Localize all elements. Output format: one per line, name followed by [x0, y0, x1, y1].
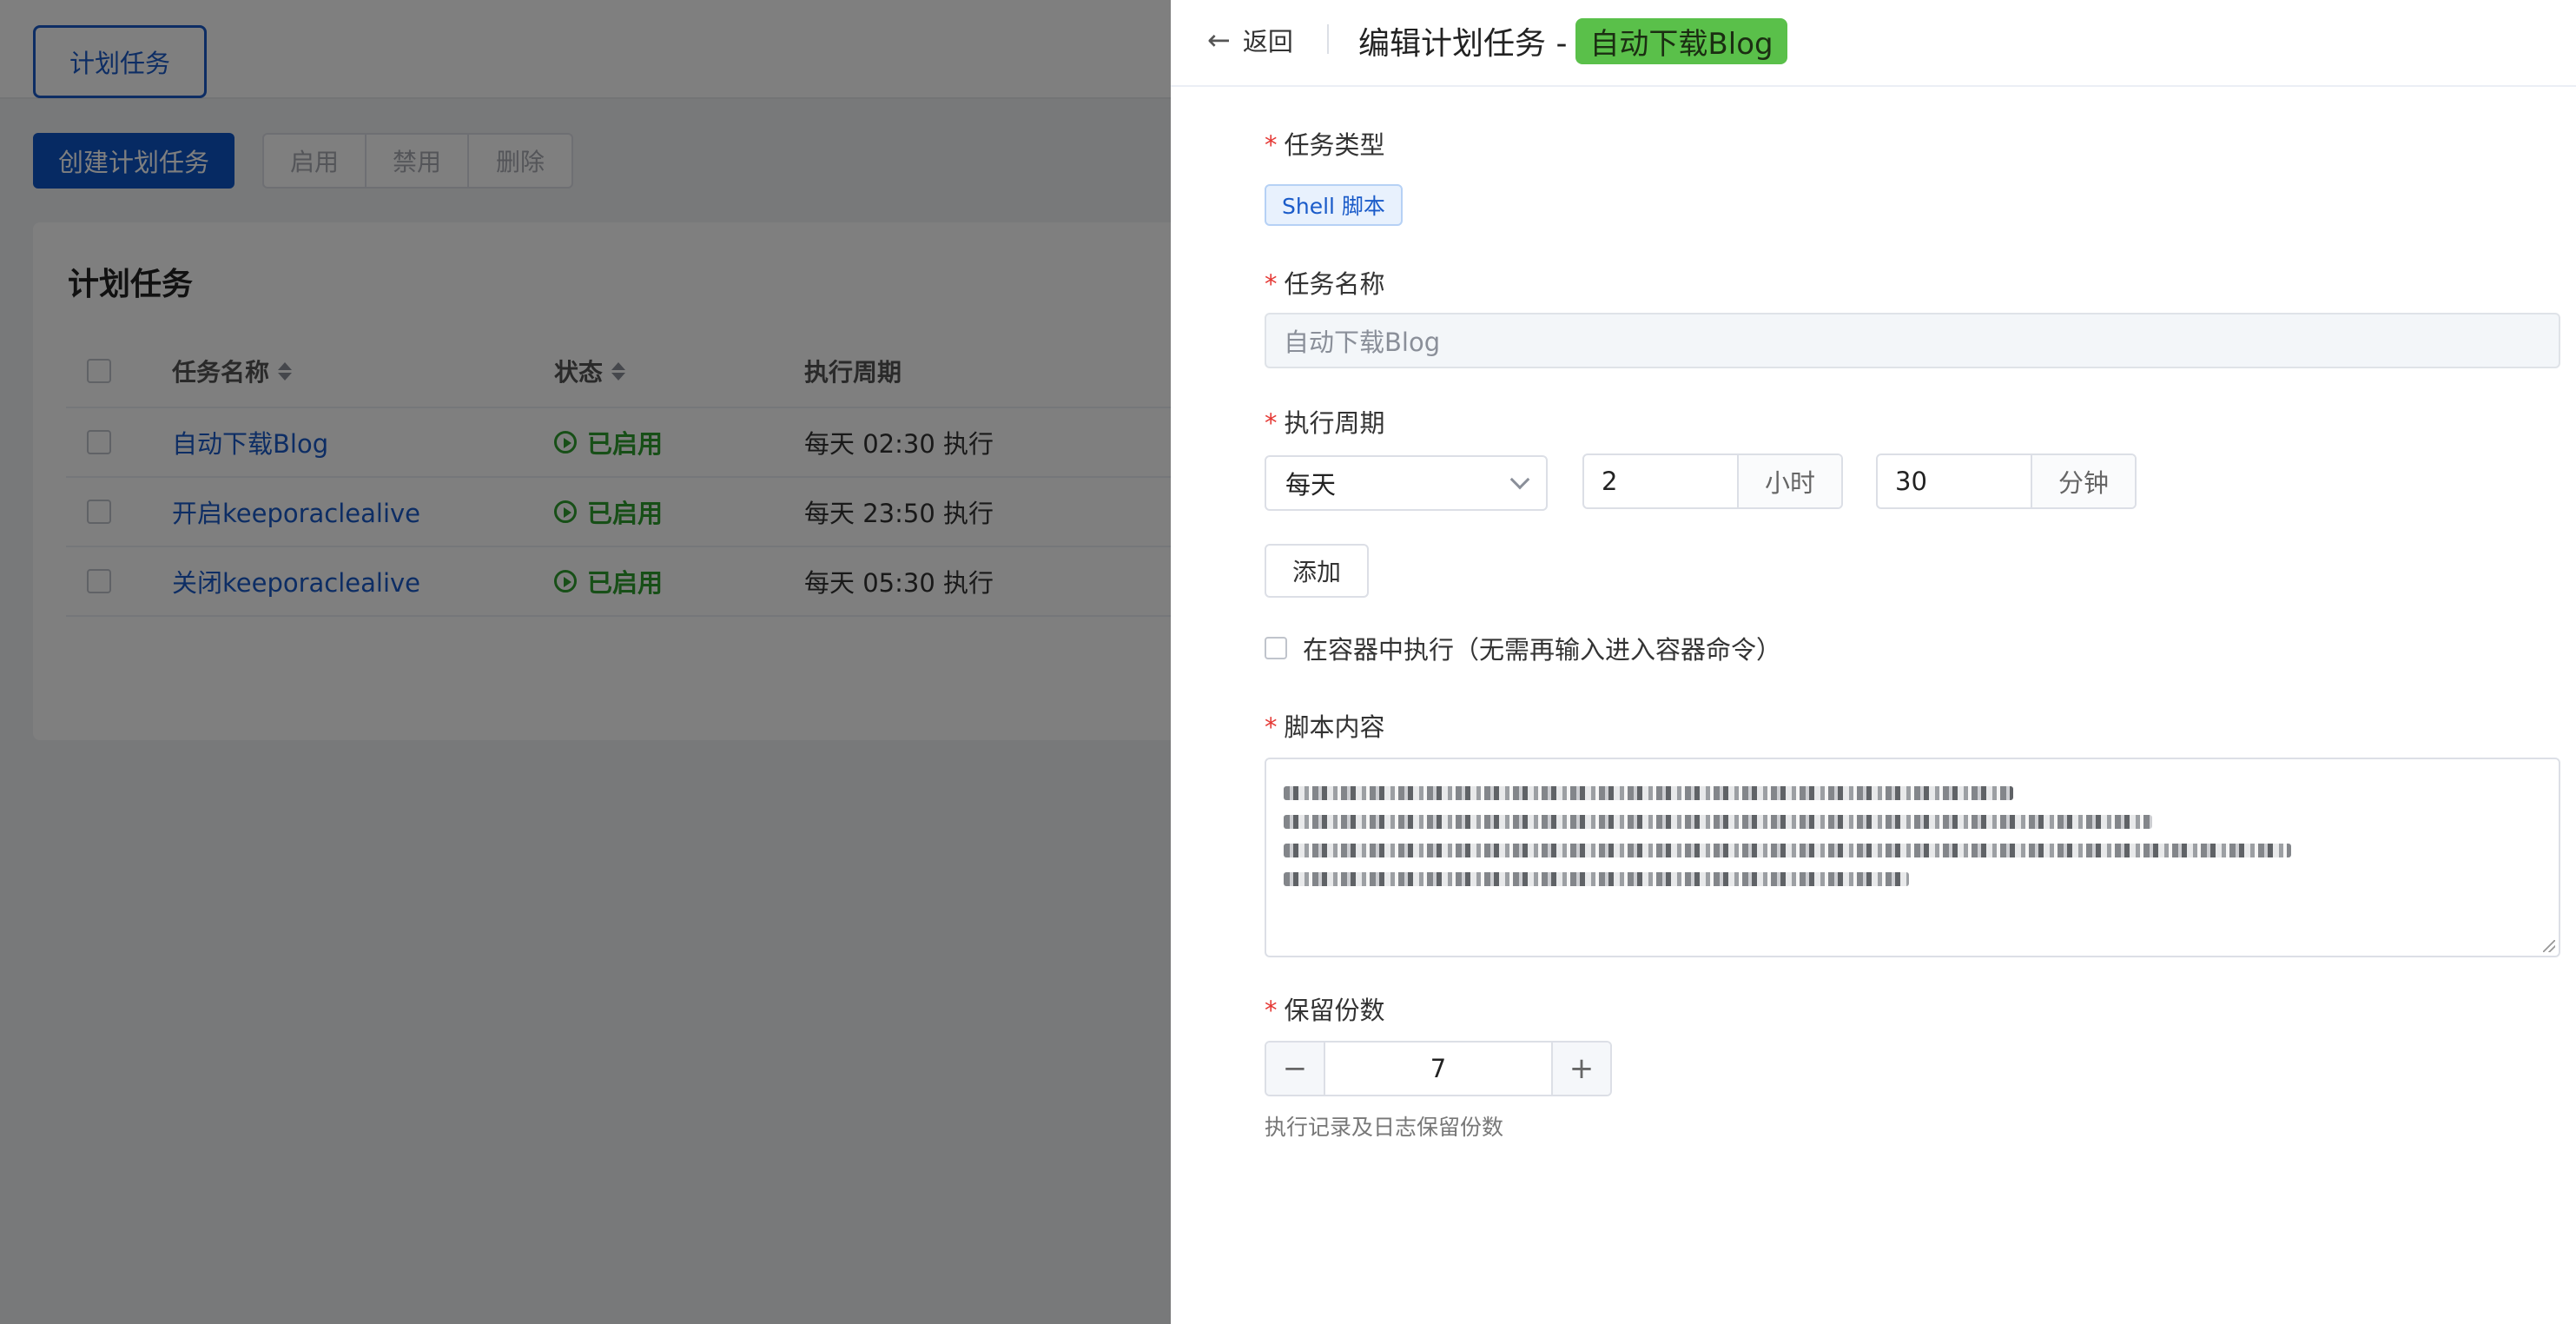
- retention-stepper: − 7 +: [1265, 1041, 1612, 1096]
- period-label: * 执行周期: [1265, 408, 1385, 438]
- frequency-select[interactable]: 每天: [1265, 455, 1548, 511]
- minute-input[interactable]: 30: [1878, 455, 2032, 507]
- hour-input[interactable]: 2: [1584, 455, 1739, 507]
- edit-task-drawer: ← 返回 编辑计划任务 - 自动下载Blog * 任务类型 Shell 脚本 * 任…: [1171, 0, 2576, 1324]
- script-label: * 脚本内容: [1265, 712, 1385, 742]
- in-container-checkbox[interactable]: [1265, 637, 1287, 659]
- resize-handle-icon[interactable]: [2543, 940, 2555, 952]
- increment-button[interactable]: +: [1553, 1043, 1610, 1095]
- chevron-down-icon: [1509, 469, 1530, 490]
- arrow-left-icon: ←: [1207, 23, 1231, 56]
- task-name-label: * 任务名称: [1265, 269, 1385, 299]
- retention-label: * 保留份数: [1265, 996, 1385, 1025]
- task-type-label: * 任务类型: [1265, 130, 1385, 160]
- retention-hint: 执行记录及日志保留份数: [1265, 1115, 1504, 1140]
- minute-input-group: 30 分钟: [1876, 453, 2137, 509]
- task-name-input[interactable]: 自动下载Blog: [1265, 313, 2560, 368]
- minute-unit: 分钟: [2032, 455, 2135, 507]
- back-button[interactable]: ← 返回: [1207, 19, 1293, 61]
- drawer-header: ← 返回 编辑计划任务 - 自动下载Blog: [1171, 0, 2576, 87]
- drawer-title: 编辑计划任务 - 自动下载Blog: [1358, 17, 1787, 64]
- task-type-tag: Shell 脚本: [1265, 184, 1403, 226]
- blurred-script-line: [1284, 815, 2152, 829]
- add-period-button[interactable]: 添加: [1265, 544, 1369, 598]
- retention-input[interactable]: 7: [1324, 1043, 1553, 1095]
- in-container-option[interactable]: 在容器中执行（无需再输入进入容器命令）: [1265, 631, 1781, 665]
- task-name-badge: 自动下载Blog: [1575, 17, 1787, 64]
- hour-input-group: 2 小时: [1582, 453, 1843, 509]
- decrement-button[interactable]: −: [1266, 1043, 1324, 1095]
- blurred-script-line: [1284, 786, 2013, 800]
- header-divider: [1327, 24, 1329, 54]
- blurred-script-line: [1284, 844, 2291, 857]
- script-textarea[interactable]: [1265, 758, 2560, 957]
- hour-unit: 小时: [1739, 455, 1841, 507]
- blurred-script-line: [1284, 872, 1909, 886]
